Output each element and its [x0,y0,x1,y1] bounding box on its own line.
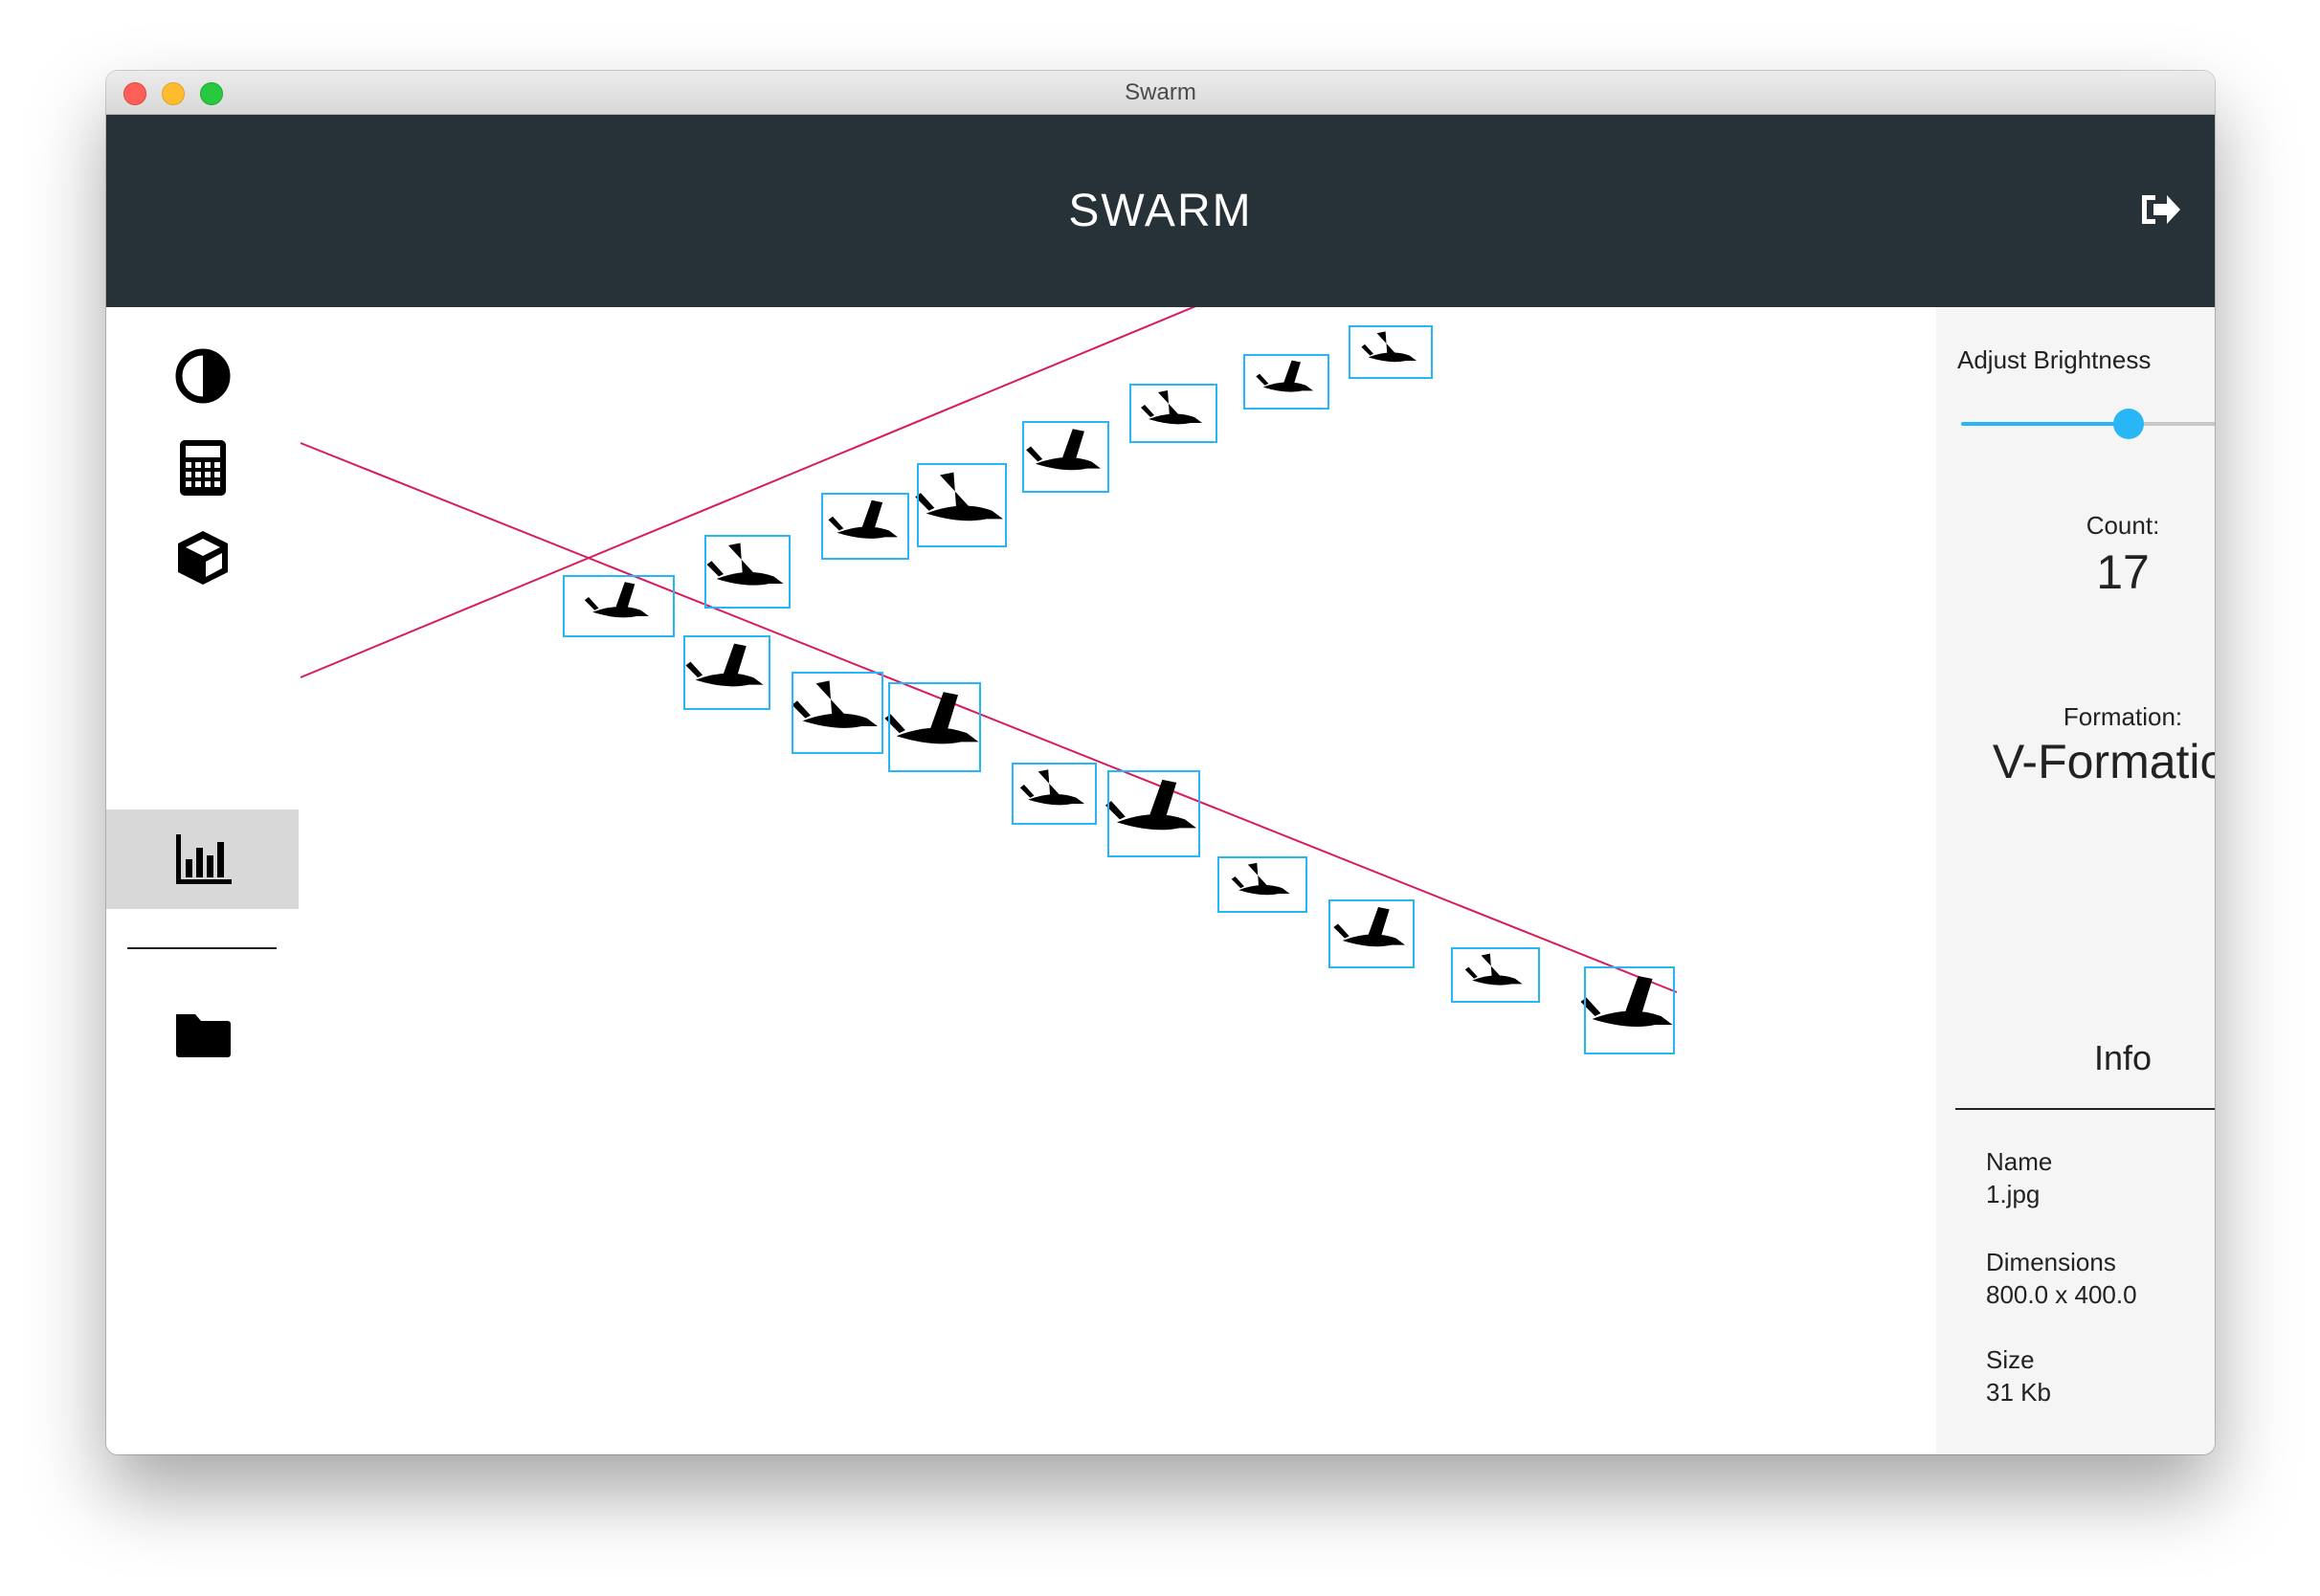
bird-detection [1105,770,1200,857]
app-header: SWARM [106,115,2215,307]
bird-wing [1158,390,1181,417]
sidebar [106,307,299,1454]
bird-detection [683,635,770,710]
bird-head [1141,405,1154,417]
info-title: Info [2093,1038,2153,1077]
sidebar-item-calculator[interactable] [106,417,299,517]
info-dimensions-value: 800.0 x 400.0 [1986,1280,2137,1309]
bird-wing [728,543,757,577]
sign-out-icon[interactable] [2138,189,2182,230]
bird-wing [1283,360,1301,386]
bird-detection [1451,947,1540,1003]
cube-icon [177,531,228,585]
info-name-key: Name [1986,1147,2053,1176]
count-value: 17 [2096,545,2150,599]
bird-detection [1012,763,1097,825]
bird-head [1333,923,1350,939]
bird-wing [1623,976,1653,1016]
app-title: SWARM [1068,186,1253,236]
sidebar-item-statistics[interactable] [106,809,299,909]
sidebar-item-contrast[interactable] [106,326,299,426]
formation-line [300,442,1678,993]
sidebar-divider [127,947,277,949]
bird-detection [1328,899,1415,968]
info-dimensions-key: Dimensions [1986,1248,2116,1276]
bird-wing [928,692,959,734]
info-name-value: 1.jpg [1986,1180,2041,1208]
folder-icon [175,1014,231,1057]
bird-detection [1022,421,1109,493]
bird-detection [821,493,909,560]
bird-detection [1349,325,1433,379]
bird-head [584,597,599,610]
bird-head [1026,446,1043,462]
bird-head [706,561,724,577]
sidebar-item-open-folder[interactable] [106,984,299,1083]
bird-wing [722,643,747,678]
bird-wing [1481,953,1503,979]
bird-head [1231,876,1244,889]
bird-wing [614,582,636,610]
bird-wing [1037,769,1062,798]
bird-wing [1060,429,1084,462]
contrast-icon [175,348,230,404]
window-title: Swarm [1125,79,1196,105]
bird-wing [1376,331,1398,356]
info-size-key: Size [1986,1345,2035,1374]
brightness-label: Adjust Brightness [1957,345,2152,374]
bird-detection [792,672,883,754]
bird-head [828,516,844,531]
bird-detection [915,463,1007,547]
right-panel: Adjust Brightness Count: 17 Formation: V… [1936,307,2215,1454]
slider-thumb[interactable] [2113,409,2144,439]
bird-wing [1367,907,1390,939]
formation-value: V-Formation [1992,735,2215,788]
app-window: Swarm SWARM Adjust Brightness Count: 17 … [106,71,2215,1454]
bird-head [685,661,703,678]
bird-wing [940,472,973,511]
bird-detection [704,535,791,609]
formation-line [300,307,1196,678]
bird-wing [815,680,849,719]
bird-detection [884,682,981,772]
bird-head [1256,373,1269,386]
image-canvas[interactable] [299,307,1936,1454]
bird-head [1019,785,1035,798]
bird-wing [1247,862,1270,889]
bird-detection [1580,966,1675,1054]
slider-fill [1961,422,2129,426]
detection-overlay [300,307,1678,1054]
bird-head [1361,344,1373,356]
bird-detection [1243,354,1329,410]
count-label: Count: [2086,511,2160,540]
calculator-icon [179,440,226,496]
sidebar-item-3d[interactable] [106,508,299,608]
bird-wing [1148,779,1177,820]
bird-detection [1129,384,1217,443]
bird-head [1464,966,1478,979]
brightness-slider[interactable] [1961,408,2215,440]
bird-head [1580,997,1601,1016]
bird-head [884,714,905,734]
bar-chart-icon [175,834,232,884]
info-size-value: 31 Kb [1986,1378,2051,1407]
bird-head [792,700,811,719]
formation-label: Formation: [2063,702,2183,731]
bird-wing [860,499,883,531]
bird-detection [1217,856,1307,913]
title-bar: Swarm [106,71,2215,115]
info-divider [1955,1108,2215,1110]
